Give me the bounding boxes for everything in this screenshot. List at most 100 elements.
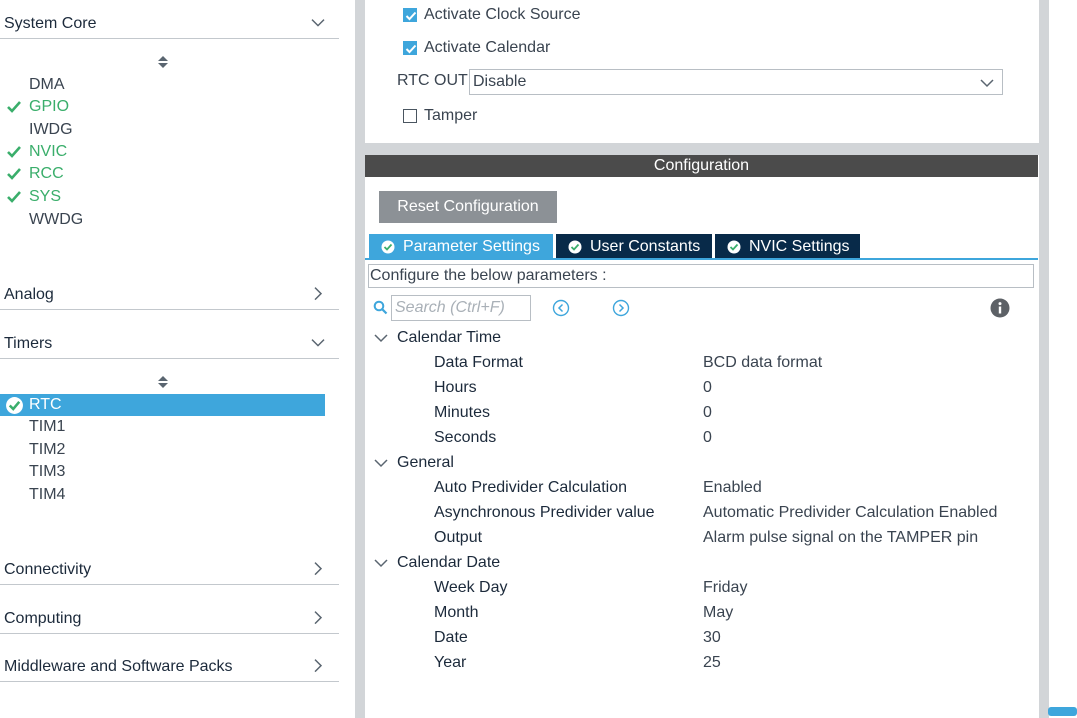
section-separator — [365, 143, 1039, 155]
list-item-tim1[interactable]: TIM1 — [0, 416, 325, 438]
category-label: Connectivity — [4, 560, 92, 578]
param-value[interactable]: May — [703, 604, 733, 622]
category-panel: System Core DMA GPIO IWDG NVIC RCC SYS W… — [0, 0, 355, 718]
check-circle-icon — [727, 240, 741, 253]
param-name: Output — [434, 529, 483, 546]
category-middleware[interactable]: Middleware and Software Packs — [0, 652, 339, 682]
tab-label: Parameter Settings — [403, 237, 540, 255]
rtc-out-label: RTC OUT — [397, 72, 468, 89]
list-item-wwdg[interactable]: WWDG — [0, 209, 325, 231]
parameters-description: Configure the below parameters : — [368, 264, 1034, 288]
param-name: Data Format — [434, 354, 523, 371]
category-analog[interactable]: Analog — [0, 280, 339, 310]
tab-label: NVIC Settings — [749, 237, 850, 255]
item-label: TIM1 — [29, 418, 66, 435]
tab-label: User Constants — [590, 237, 701, 255]
param-value[interactable]: Enabled — [703, 479, 762, 497]
param-name: Week Day — [434, 579, 508, 596]
list-item-tim2[interactable]: TIM2 — [0, 439, 325, 461]
reset-configuration-button[interactable]: Reset Configuration — [379, 191, 557, 223]
check-icon — [7, 191, 21, 203]
param-name: Auto Predivider Calculation — [434, 479, 627, 496]
param-value[interactable]: 0 — [703, 429, 712, 447]
rtc-out-dropdown[interactable]: Disable — [469, 69, 1003, 95]
group-label: General — [397, 454, 454, 471]
tab-parameter-settings[interactable]: Parameter Settings — [369, 234, 553, 259]
tab-underline — [365, 258, 1038, 260]
group-label: Calendar Date — [397, 554, 501, 571]
chevron-right-icon — [314, 610, 323, 624]
configuration-header: Configuration — [365, 155, 1038, 177]
param-name: Hours — [434, 379, 477, 396]
check-icon — [7, 168, 21, 180]
list-item-sys[interactable]: SYS — [0, 186, 325, 208]
item-label: WWDG — [29, 211, 84, 228]
panel-splitter[interactable] — [355, 0, 365, 718]
dropdown-value: Disable — [473, 73, 527, 90]
list-item-dma[interactable]: DMA — [0, 74, 325, 96]
search-input[interactable] — [391, 295, 531, 321]
param-value[interactable]: 30 — [703, 629, 721, 647]
item-label: RTC — [29, 396, 62, 413]
list-item-nvic[interactable]: NVIC — [0, 141, 325, 163]
list-item-tim3[interactable]: TIM3 — [0, 461, 325, 483]
list-item-rcc[interactable]: RCC — [0, 163, 325, 185]
group-calendar-time[interactable]: Calendar Time — [374, 328, 501, 348]
group-calendar-date[interactable]: Calendar Date — [374, 553, 500, 573]
param-name: Year — [434, 654, 467, 671]
expand-all-icon[interactable] — [552, 299, 570, 317]
item-label: NVIC — [29, 143, 68, 160]
category-connectivity[interactable]: Connectivity — [0, 555, 339, 585]
checkbox-checked-icon — [403, 41, 417, 55]
tab-nvic-settings[interactable]: NVIC Settings — [715, 234, 860, 259]
category-label: Analog — [4, 285, 54, 303]
group-label: Calendar Time — [397, 329, 502, 346]
category-label: Timers — [4, 334, 53, 352]
activate-clock-source-checkbox[interactable]: Activate Clock Source — [403, 5, 581, 25]
chevron-down-icon — [374, 559, 388, 568]
sort-icon[interactable] — [157, 55, 169, 69]
list-item-rtc[interactable]: RTC — [0, 394, 325, 416]
checkbox-label: Activate Calendar — [424, 39, 551, 56]
horizontal-scrollbar-thumb[interactable] — [1048, 707, 1077, 716]
list-item-gpio[interactable]: GPIO — [0, 96, 325, 118]
tab-user-constants[interactable]: User Constants — [556, 234, 712, 259]
category-system-core[interactable]: System Core — [0, 9, 339, 39]
checkbox-label: Activate Clock Source — [424, 6, 581, 23]
list-item-iwdg[interactable]: IWDG — [0, 119, 325, 141]
checkbox-label: Tamper — [424, 107, 478, 124]
sort-icon[interactable] — [157, 375, 169, 389]
category-label: System Core — [4, 14, 97, 32]
chevron-down-icon — [311, 18, 325, 27]
param-name: Date — [434, 629, 468, 646]
info-icon[interactable] — [990, 298, 1010, 318]
panel-scrollbar-track — [1039, 0, 1049, 718]
chevron-down-icon — [374, 459, 388, 468]
tamper-checkbox[interactable]: Tamper — [403, 106, 477, 126]
param-value[interactable]: 25 — [703, 654, 721, 672]
chevron-down-icon — [311, 338, 325, 347]
checkbox-checked-icon — [403, 8, 417, 22]
param-value[interactable]: 0 — [703, 379, 712, 397]
param-value[interactable]: 0 — [703, 404, 712, 422]
chevron-right-icon — [314, 561, 323, 575]
category-label: Computing — [4, 609, 82, 627]
item-label: RCC — [29, 165, 64, 182]
group-general[interactable]: General — [374, 453, 454, 473]
item-label: TIM4 — [29, 486, 66, 503]
list-item-tim4[interactable]: TIM4 — [0, 484, 325, 506]
category-timers[interactable]: Timers — [0, 329, 339, 359]
item-label: SYS — [29, 188, 62, 205]
param-value[interactable]: BCD data format — [703, 354, 822, 372]
param-value[interactable]: Automatic Predivider Calculation Enabled — [703, 504, 997, 522]
chevron-right-icon — [314, 286, 323, 300]
category-label: Middleware and Software Packs — [4, 657, 233, 675]
param-value[interactable]: Alarm pulse signal on the TAMPER pin — [703, 529, 978, 547]
param-value[interactable]: Friday — [703, 579, 747, 597]
category-computing[interactable]: Computing — [0, 604, 339, 634]
collapse-all-icon[interactable] — [612, 299, 630, 317]
chevron-down-icon — [980, 79, 994, 88]
activate-calendar-checkbox[interactable]: Activate Calendar — [403, 38, 550, 58]
check-icon — [7, 146, 21, 158]
param-name: Seconds — [434, 429, 497, 446]
